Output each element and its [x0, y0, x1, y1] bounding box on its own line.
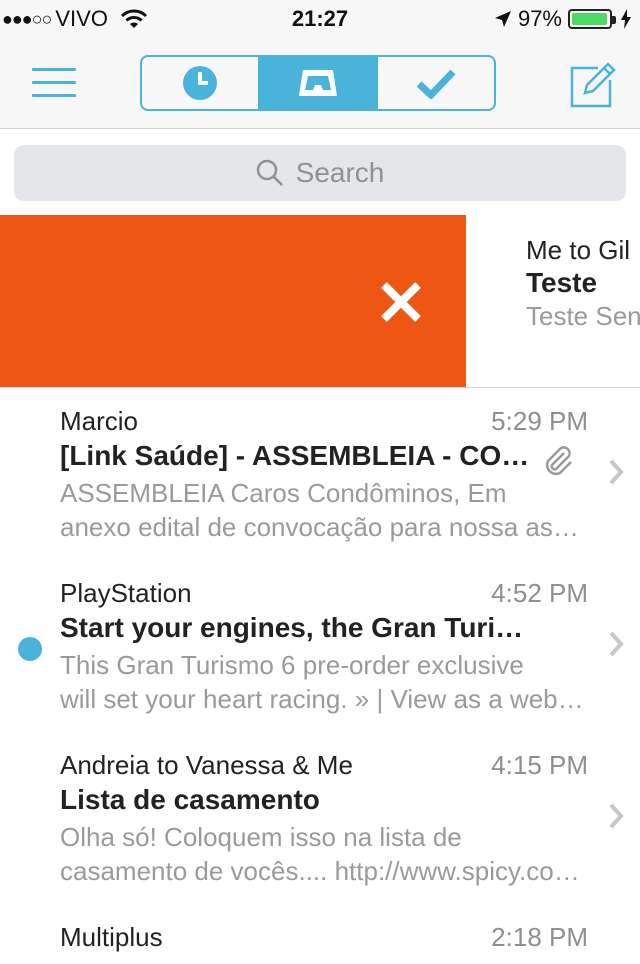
message-row-3[interactable]: Andreia to Vanessa & Me 4:15 PM Lista de… [0, 732, 640, 905]
message-snippet: Teste Sen [526, 301, 640, 331]
message-sender: Marcio [60, 406, 139, 436]
close-icon [381, 282, 421, 322]
message-subject: Start your engines, the Gran Turismo 6 [60, 612, 530, 643]
message-snippet: Olha só! Coloquem isso na lista de casam… [60, 822, 586, 886]
message-snippet: ASSEMBLEIA Caros Condôminos, Em anexo ed… [60, 478, 586, 542]
search-area: Search [0, 129, 640, 215]
status-bar: ●●●○○ VIVO 21:27 97% [0, 0, 640, 40]
message-snippet: This Gran Turismo 6 pre-order exclusive … [60, 650, 586, 714]
search-input[interactable]: Search [14, 145, 626, 201]
charging-bolt-icon [621, 9, 631, 29]
message-time: 2:18 PM [491, 922, 588, 952]
message-row-1[interactable]: Marcio 5:29 PM [Link Saúde] - ASSEMBLEIA… [0, 388, 640, 561]
inbox-icon [299, 70, 337, 96]
unread-indicator [18, 637, 42, 661]
checkmark-icon [416, 69, 456, 99]
message-sender: Multiplus [60, 922, 163, 952]
message-time: 5:29 PM [491, 406, 588, 436]
segment-later[interactable] [142, 57, 258, 109]
search-icon [256, 159, 283, 186]
compose-button[interactable] [570, 62, 616, 108]
compose-icon [570, 62, 616, 108]
attachment-icon [545, 446, 572, 476]
menu-button[interactable] [32, 68, 76, 98]
search-placeholder: Search [295, 157, 385, 188]
message-subject: Teste [526, 267, 598, 298]
message-sender: Andreia to Vanessa & Me [60, 750, 353, 780]
chevron-right-icon [609, 459, 624, 485]
message-time: 4:15 PM [491, 750, 588, 780]
nav-bar [0, 40, 640, 129]
message-sender: Me to Gil [526, 235, 631, 265]
mailbox-segmented-control [140, 55, 496, 111]
message-sender: PlayStation [60, 578, 192, 608]
chevron-right-icon [609, 631, 624, 657]
message-row-4[interactable]: Multiplus 2:18 PM [0, 904, 640, 964]
message-time: 4:52 PM [491, 578, 588, 608]
battery-level [572, 13, 607, 25]
clock-icon [183, 66, 217, 100]
message-subject: [Link Saúde] - ASSEMBLEIA - CONVOCAÇÃO [60, 440, 530, 471]
message-subject: Lista de casamento [60, 784, 320, 815]
delete-action[interactable] [0, 215, 466, 387]
battery-percent: 97% [517, 6, 562, 31]
swiped-message-row[interactable]: Me to Gil Teste Teste Sen [0, 215, 640, 388]
chevron-right-icon [609, 803, 624, 829]
swiped-message-preview: Me to Gil Teste Teste Sen [526, 235, 640, 331]
segment-done[interactable] [376, 57, 494, 109]
segment-inbox[interactable] [258, 57, 376, 109]
location-arrow-icon [494, 11, 511, 27]
message-row-2[interactable]: PlayStation 4:52 PM Start your engines, … [0, 560, 640, 733]
status-right: 97% [494, 6, 632, 32]
battery-icon [568, 9, 616, 29]
